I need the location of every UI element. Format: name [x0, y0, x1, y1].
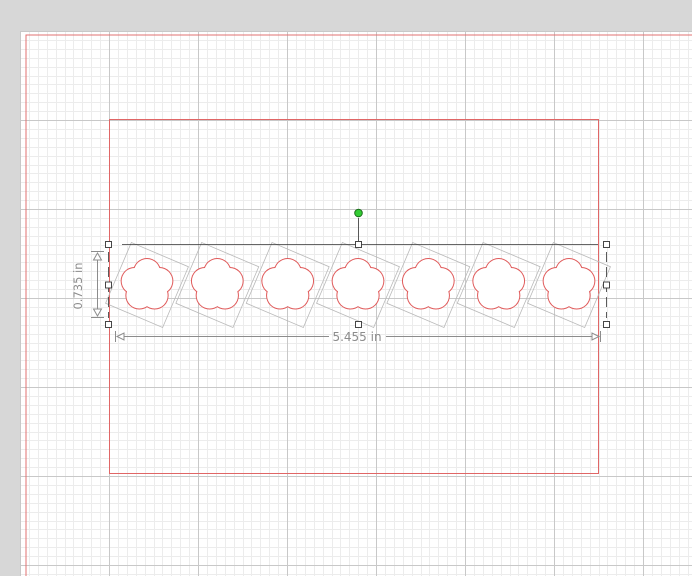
- flower-outline: [120, 258, 174, 310]
- flower-shape[interactable]: [386, 241, 471, 329]
- canvas-drawing[interactable]: 5.455 in 0.735 in: [0, 0, 692, 576]
- design-canvas[interactable]: 5.455 in 0.735 in: [0, 0, 692, 576]
- resize-handle-top-right[interactable]: [603, 241, 610, 248]
- flower-shape[interactable]: [175, 241, 260, 329]
- width-label: 5.455 in: [332, 330, 381, 344]
- flower-shape[interactable]: [105, 241, 189, 329]
- resize-handle-right[interactable]: [603, 281, 610, 289]
- resize-handle-bottom[interactable]: [355, 321, 362, 328]
- resize-handle-left[interactable]: [105, 281, 112, 289]
- rotate-handle[interactable]: [354, 208, 363, 218]
- resize-handle-top-left[interactable]: [105, 241, 112, 248]
- flower-outline: [401, 258, 455, 310]
- resize-handle-top[interactable]: [355, 241, 362, 248]
- resize-handle-bottom-right[interactable]: [603, 321, 610, 328]
- height-label: 0.735 in: [71, 262, 85, 309]
- flower-outline: [542, 258, 596, 310]
- flower-outline: [472, 258, 526, 310]
- resize-handle-bottom-left[interactable]: [105, 321, 112, 328]
